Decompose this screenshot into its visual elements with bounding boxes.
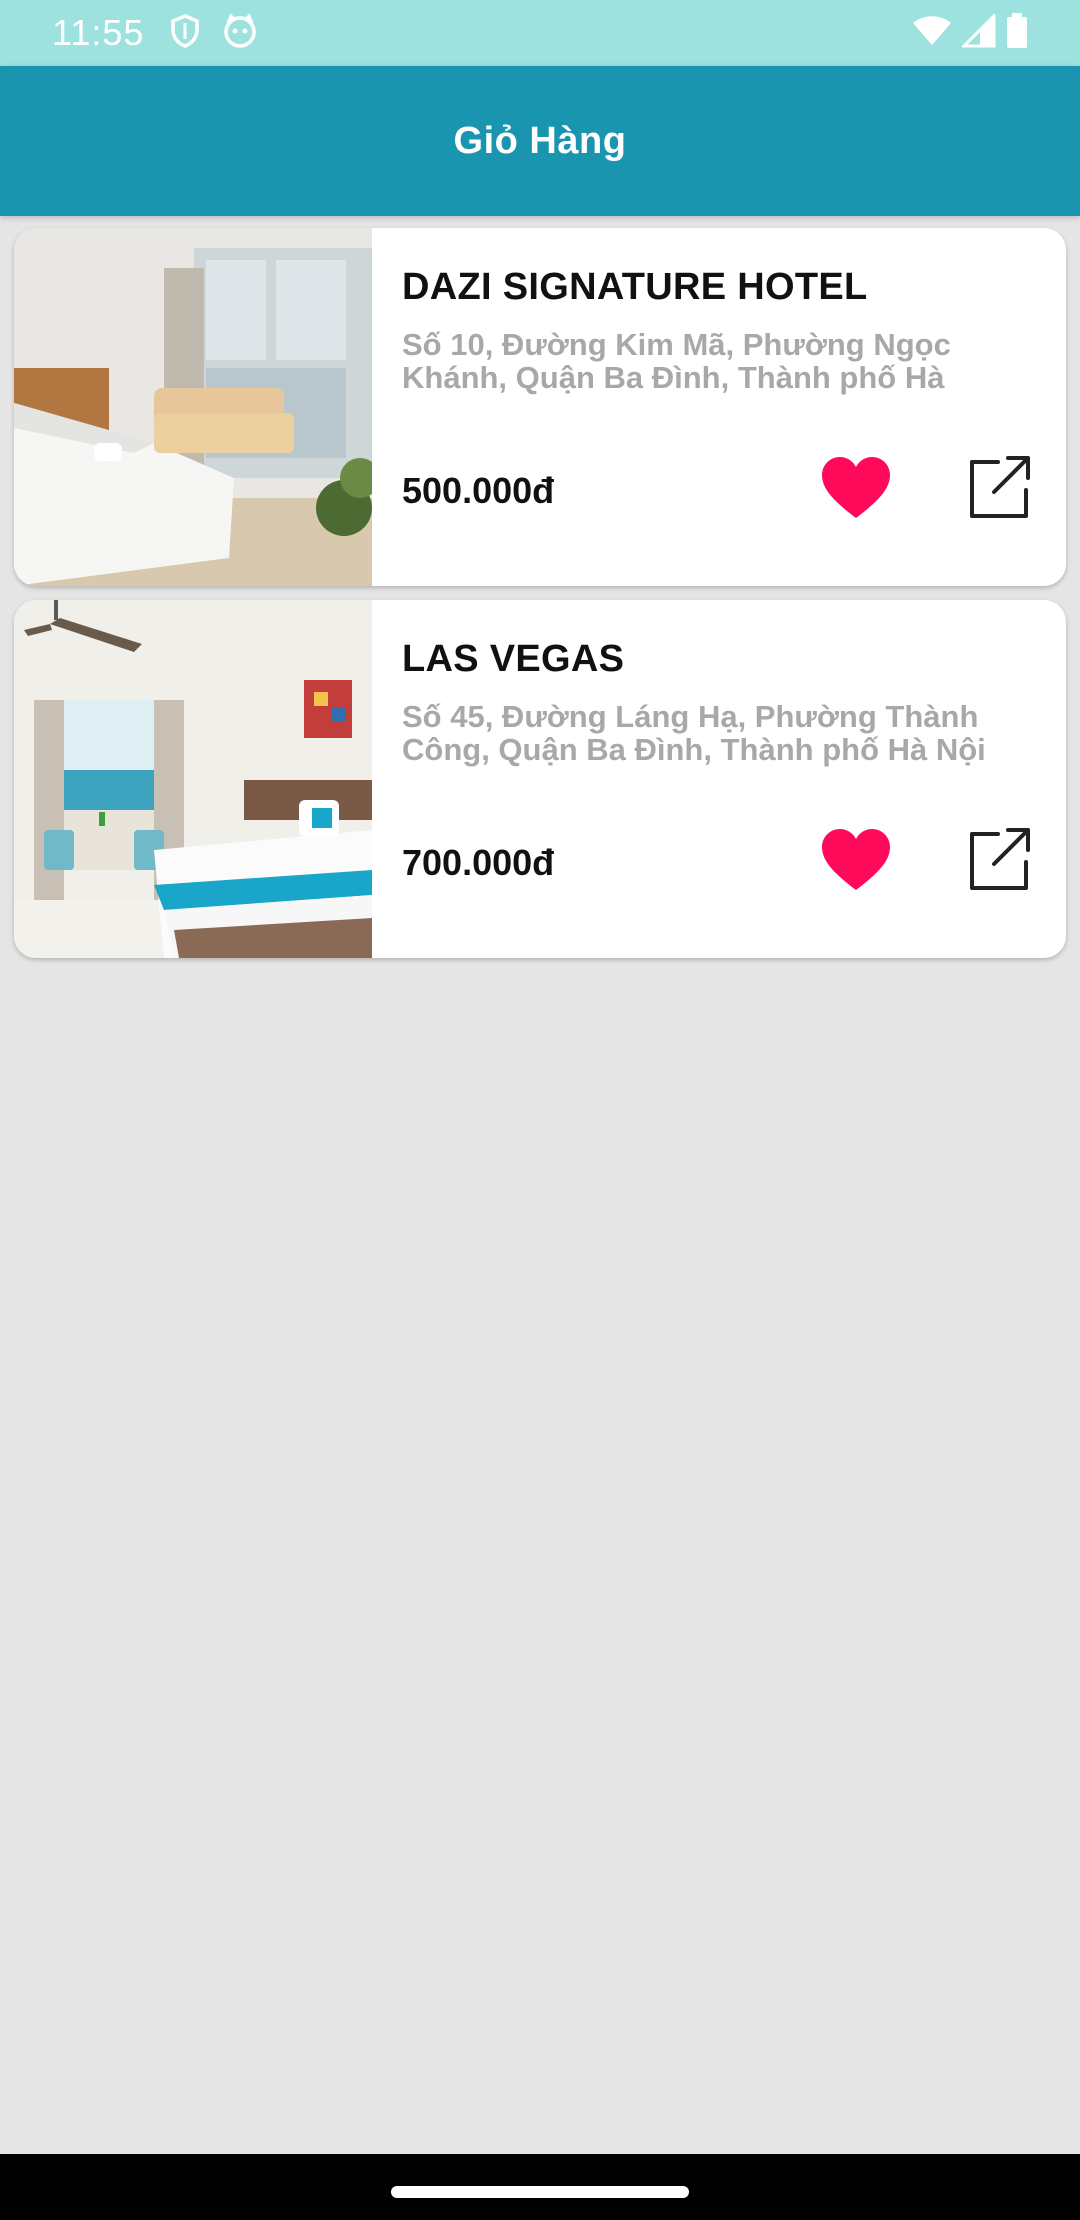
card-body: DAZI SIGNATURE HOTEL Số 10, Đường Kim Mã… bbox=[402, 228, 1066, 586]
favorite-button[interactable] bbox=[814, 820, 898, 904]
hotel-price: 500.000đ bbox=[402, 470, 555, 511]
hotel-image bbox=[14, 600, 372, 958]
external-link-icon bbox=[964, 826, 1032, 899]
hotel-image bbox=[14, 228, 372, 586]
heart-icon bbox=[820, 456, 892, 525]
page-title: Giỏ Hàng bbox=[453, 119, 627, 162]
hotel-name: DAZI SIGNATURE HOTEL bbox=[402, 266, 868, 308]
signal-icon bbox=[960, 11, 996, 53]
hotel-name: LAS VEGAS bbox=[402, 638, 625, 680]
system-nav-bar bbox=[0, 2154, 1080, 2220]
hotel-address: Số 10, Đường Kim Mã, Phường Ngọc Khánh, … bbox=[402, 328, 951, 395]
hotel-price: 700.000đ bbox=[402, 842, 555, 883]
cart-item-card[interactable]: DAZI SIGNATURE HOTEL Số 10, Đường Kim Mã… bbox=[14, 228, 1066, 586]
hotel-address: Số 45, Đường Láng Hạ, Phường Thành Công,… bbox=[402, 700, 986, 767]
status-time: 11:55 bbox=[52, 12, 145, 53]
external-link-icon bbox=[964, 454, 1032, 527]
status-left-icons bbox=[170, 13, 258, 54]
share-button[interactable] bbox=[956, 820, 1040, 904]
favorite-button[interactable] bbox=[814, 448, 898, 532]
status-right-icons bbox=[912, 11, 1028, 54]
wifi-icon bbox=[912, 15, 952, 52]
cart-item-card[interactable]: LAS VEGAS Số 45, Đường Láng Hạ, Phường T… bbox=[14, 600, 1066, 958]
app-bar: Giỏ Hàng bbox=[0, 66, 1080, 216]
heart-icon bbox=[820, 828, 892, 897]
battery-icon bbox=[1006, 12, 1028, 54]
status-bar: 11:55 bbox=[0, 0, 1080, 66]
cat-icon bbox=[222, 13, 258, 54]
share-button[interactable] bbox=[956, 448, 1040, 532]
home-gesture-handle[interactable] bbox=[391, 2186, 689, 2198]
shield-icon bbox=[170, 13, 200, 53]
card-body: LAS VEGAS Số 45, Đường Láng Hạ, Phường T… bbox=[402, 600, 1066, 958]
